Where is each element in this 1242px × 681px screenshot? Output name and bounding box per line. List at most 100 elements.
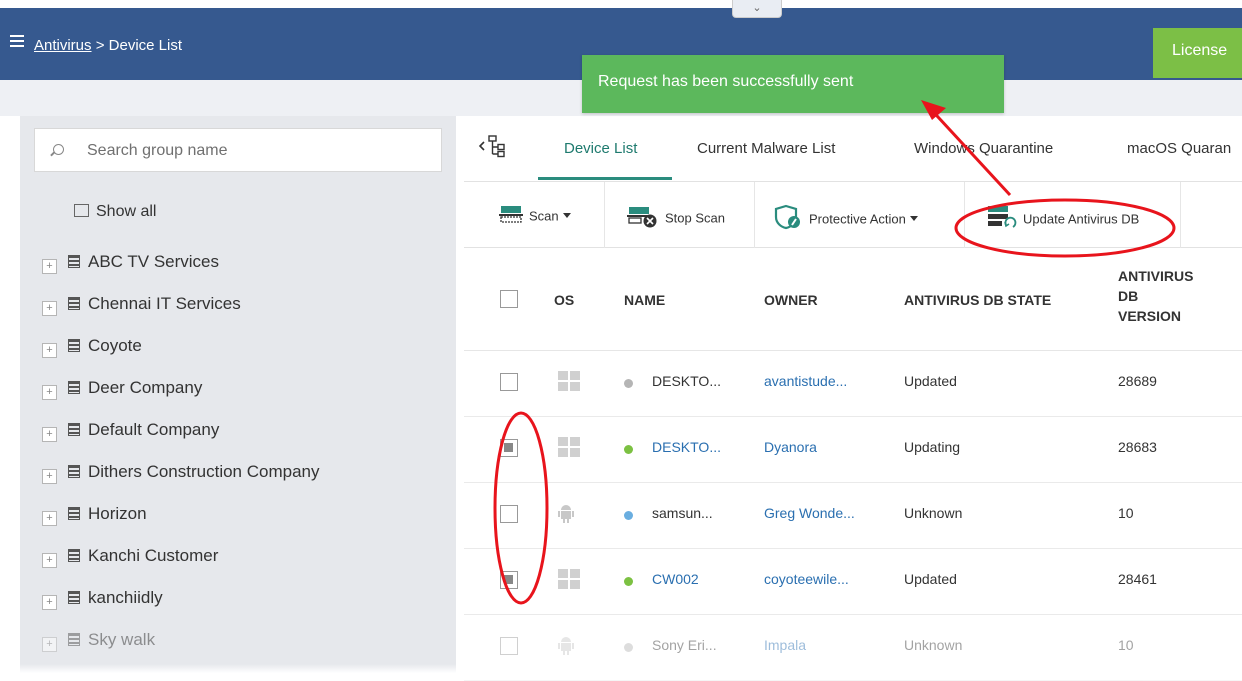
group-search-input[interactable] (85, 141, 425, 161)
status-dot (624, 643, 633, 652)
column-header-owner[interactable]: OWNER (764, 290, 818, 310)
hamburger-menu-icon[interactable] (10, 35, 24, 49)
group-icon (68, 633, 80, 646)
column-header-db-state[interactable]: ANTIVIRUS DB STATE (904, 290, 1051, 310)
select-all-checkbox[interactable] (500, 290, 518, 308)
status-dot (624, 511, 633, 520)
device-owner[interactable]: avantistude... (764, 373, 847, 389)
device-name[interactable]: DESKTO... (652, 439, 721, 455)
windows-icon (558, 371, 580, 391)
shield-icon (774, 204, 804, 236)
scan-button[interactable]: Scan (498, 204, 571, 228)
group-label: Kanchi Customer (88, 546, 219, 565)
tab-windows-quarantine[interactable]: Windows Quarantine (914, 140, 1053, 157)
scan-icon (498, 204, 524, 230)
tab-current-malware-list[interactable]: Current Malware List (697, 140, 835, 157)
expand-plus-icon[interactable]: + (42, 469, 57, 484)
db-state: Updating (904, 439, 961, 455)
expand-plus-icon[interactable]: + (42, 637, 57, 652)
expand-plus-icon[interactable]: + (42, 385, 57, 400)
group-item[interactable]: + Kanchi Customer (42, 546, 218, 572)
update-antivirus-db-label: Update Antivirus DB (1023, 211, 1140, 227)
column-header-os[interactable]: OS (554, 290, 574, 310)
expand-plus-icon[interactable]: + (42, 553, 57, 568)
group-search-box (34, 128, 442, 172)
table-row[interactable]: DESKTO... avantistude... Updated 28689 (464, 351, 1242, 417)
db-version: 28689 (1118, 373, 1157, 389)
tab-macos-quarantine[interactable]: macOS Quaran (1127, 140, 1231, 157)
breadcrumb: Antivirus > Device List (34, 37, 182, 54)
row-checkbox[interactable] (500, 637, 518, 655)
table-row[interactable]: samsun... Greg Wonde... Unknown 10 (464, 483, 1242, 549)
expand-plus-icon[interactable]: + (42, 301, 57, 316)
group-icon (68, 549, 80, 562)
group-item[interactable]: + Coyote (42, 336, 142, 362)
db-state: Updated (904, 373, 957, 389)
group-icon (68, 507, 80, 520)
toolbar-divider (964, 182, 965, 248)
device-owner[interactable]: Impala (764, 637, 806, 653)
show-all-button[interactable]: Show all (74, 203, 156, 221)
table-row[interactable]: CW002 coyoteewile... Updated 28461 (464, 549, 1242, 615)
group-sidebar: Show all + ABC TV Services + Chennai IT Se… (20, 116, 456, 677)
stop-scan-button[interactable]: Stop Scan (626, 204, 725, 228)
group-item[interactable]: + Dithers Construction Company (42, 462, 319, 488)
success-notification: Request has been successfully sent (582, 55, 1004, 113)
group-item[interactable]: + Chennai IT Services (42, 294, 241, 320)
group-item[interactable]: + Horizon (42, 504, 147, 530)
android-icon (558, 635, 574, 660)
stop-scan-icon (626, 204, 660, 234)
db-state: Updated (904, 571, 957, 587)
breadcrumb-separator: > (91, 37, 109, 54)
tab-device-list[interactable]: Device List (564, 140, 637, 157)
row-checkbox[interactable] (500, 571, 518, 589)
torn-edge (0, 664, 1242, 677)
row-checkbox[interactable] (500, 505, 518, 523)
device-owner[interactable]: coyoteewile... (764, 571, 849, 587)
android-icon (558, 503, 574, 528)
expand-plus-icon[interactable]: + (42, 511, 57, 526)
device-owner[interactable]: Greg Wonde... (764, 505, 855, 521)
tree-toggle-icon[interactable] (478, 134, 506, 163)
group-item[interactable]: + Deer Company (42, 378, 202, 404)
column-header-db-version[interactable]: ANTIVIRUS DB VERSION (1118, 266, 1193, 326)
toolbar-divider (604, 182, 605, 248)
column-header-db-version-line2: DB (1118, 288, 1139, 304)
collapse-header-chevron-icon[interactable]: ⌄ (732, 0, 782, 18)
group-item[interactable]: + Default Company (42, 420, 219, 446)
group-label: Sky walk (88, 630, 156, 649)
group-item[interactable]: + ABC TV Services (42, 252, 219, 278)
row-checkbox[interactable] (500, 373, 518, 391)
action-toolbar: Scan Stop Scan Protective Action Update … (464, 182, 1242, 248)
breadcrumb-link-antivirus[interactable]: Antivirus (34, 37, 92, 54)
scan-dropdown-caret-icon (562, 213, 571, 219)
expand-plus-icon[interactable]: + (42, 427, 57, 442)
protective-action-button[interactable]: Protective Action (774, 204, 918, 230)
group-item[interactable]: + kanchiidly (42, 588, 163, 614)
status-dot (624, 379, 633, 388)
column-header-db-version-line3: VERSION (1118, 308, 1182, 324)
db-version: 10 (1118, 637, 1134, 653)
column-header-name[interactable]: NAME (624, 290, 665, 310)
expand-plus-icon[interactable]: + (42, 595, 57, 610)
group-label: kanchiidly (88, 588, 163, 607)
group-icon (68, 297, 80, 310)
device-name[interactable]: CW002 (652, 571, 699, 587)
toolbar-divider (1180, 182, 1181, 248)
show-all-icon (74, 204, 89, 217)
update-antivirus-db-button[interactable]: Update Antivirus DB (986, 204, 1139, 228)
db-version: 28461 (1118, 571, 1157, 587)
device-name[interactable]: DESKTO... (652, 373, 721, 389)
device-owner[interactable]: Dyanora (764, 439, 817, 455)
group-item[interactable]: + Sky walk (42, 630, 155, 656)
device-name[interactable]: samsun... (652, 505, 713, 521)
license-button[interactable]: License (1153, 28, 1242, 78)
table-row[interactable]: DESKTO... Dyanora Updating 28683 (464, 417, 1242, 483)
windows-icon (558, 569, 580, 589)
group-label: Deer Company (88, 378, 203, 397)
expand-plus-icon[interactable]: + (42, 259, 57, 274)
group-label: Default Company (88, 420, 220, 439)
device-name[interactable]: Sony Eri... (652, 637, 717, 653)
row-checkbox[interactable] (500, 439, 518, 457)
expand-plus-icon[interactable]: + (42, 343, 57, 358)
